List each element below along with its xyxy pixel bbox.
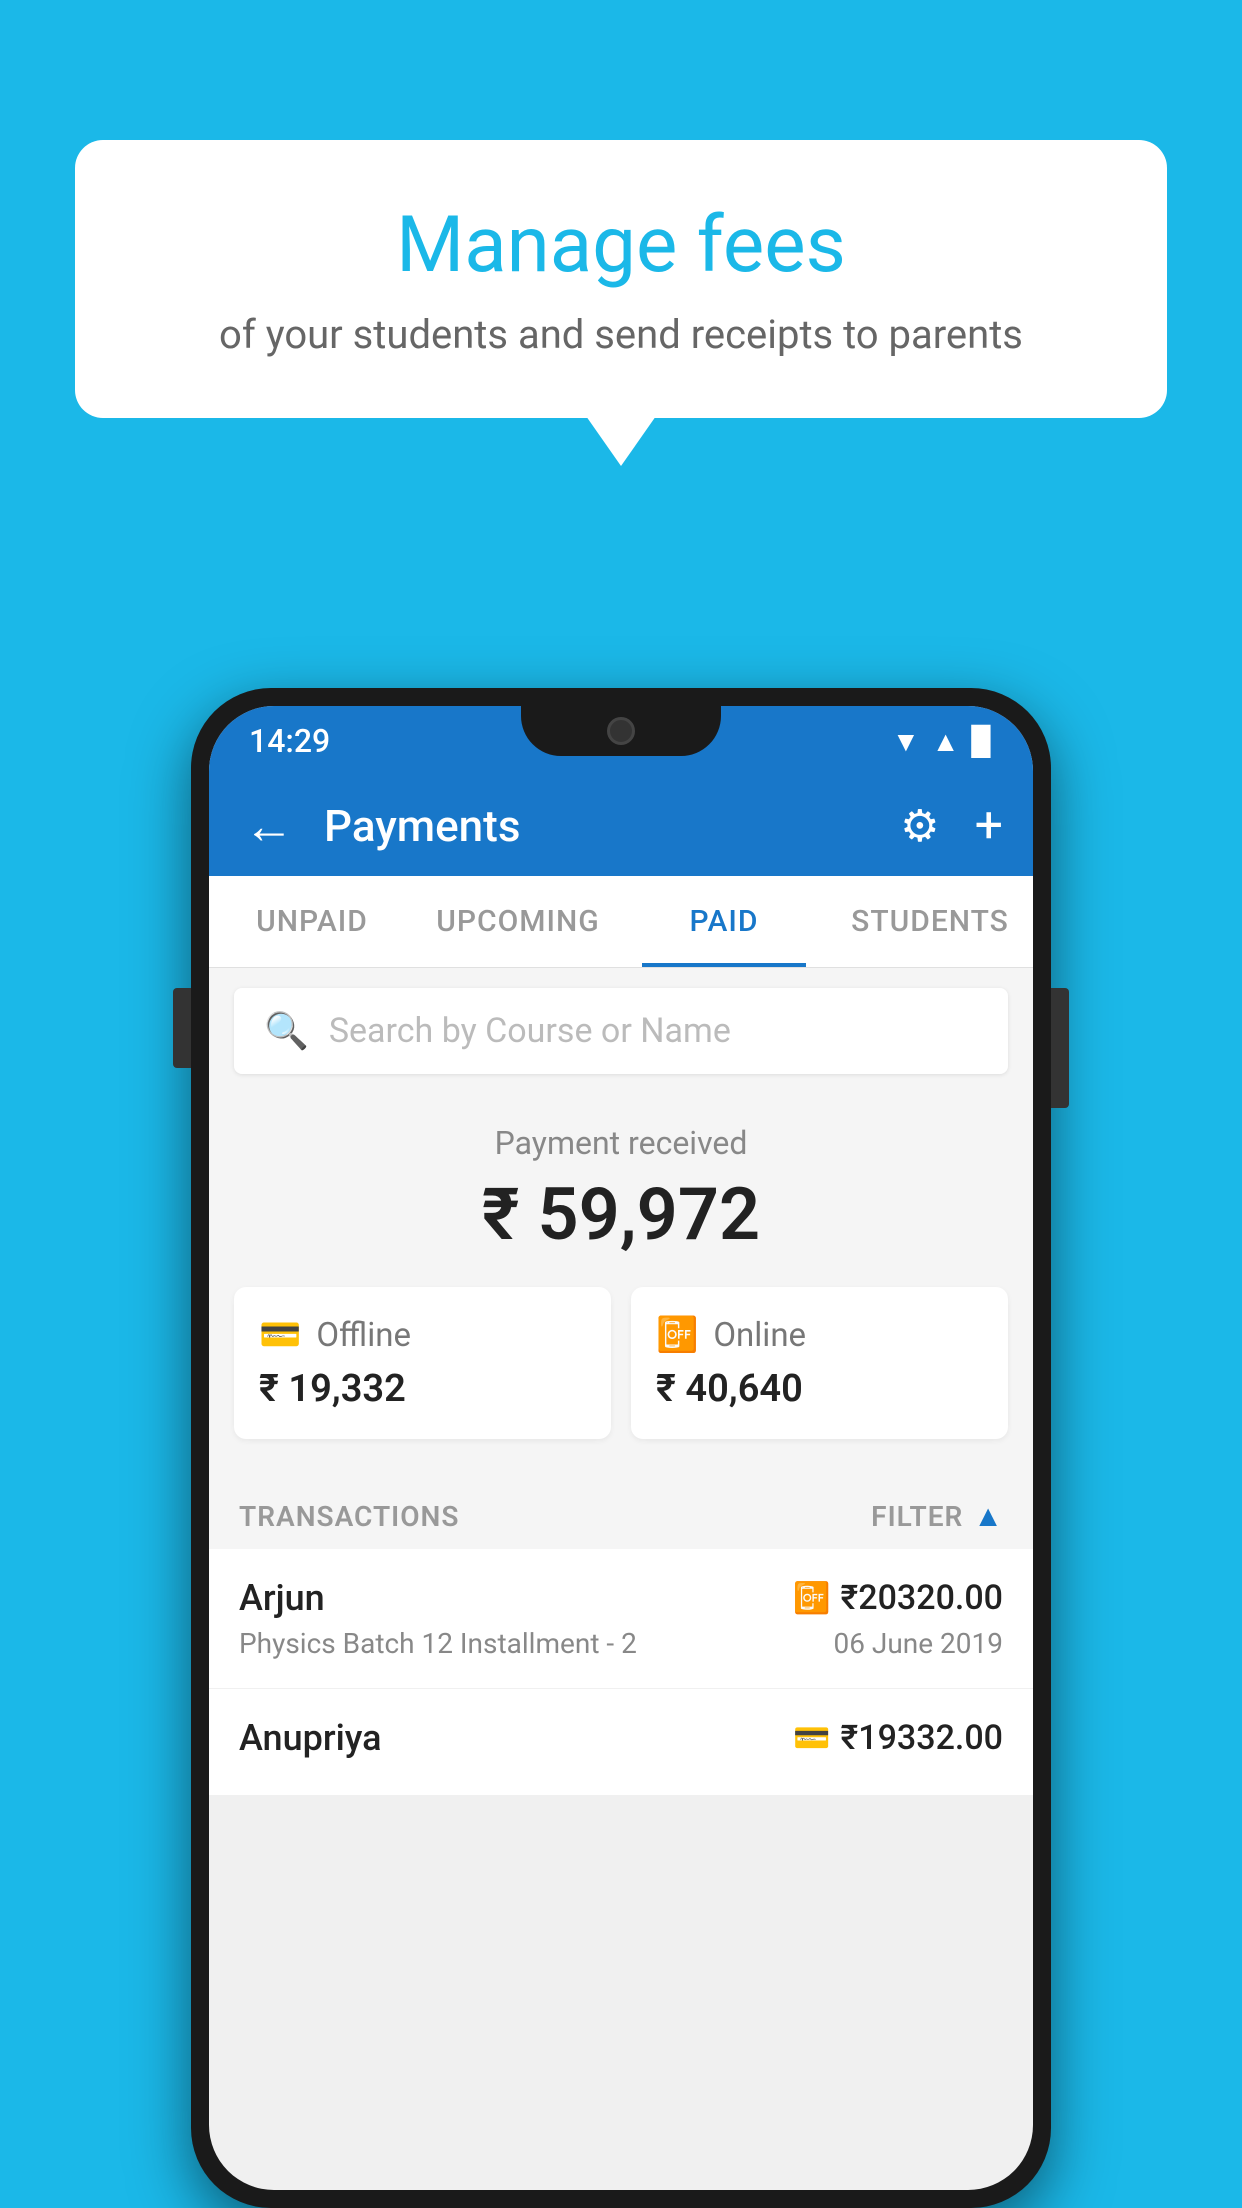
search-placeholder: Search by Course or Name — [329, 1011, 731, 1051]
status-time: 14:29 — [249, 722, 330, 760]
transaction-amount-2: 💳 ₹19332.00 — [793, 1718, 1003, 1758]
offline-amount: ₹ 19,332 — [259, 1367, 586, 1411]
filter-icon: ▲ — [973, 1499, 1003, 1534]
payment-total: ₹ 59,972 — [234, 1172, 1008, 1257]
search-container: 🔍 Search by Course or Name — [209, 968, 1033, 1094]
payment-type-icon-2: 💳 — [793, 1721, 830, 1756]
date-info-1: 06 June 2019 — [833, 1627, 1003, 1660]
transaction-bottom-1: Physics Batch 12 Installment - 2 06 June… — [239, 1627, 1003, 1660]
back-button[interactable]: ← — [239, 792, 299, 861]
tab-paid[interactable]: PAID — [621, 876, 827, 967]
transaction-row[interactable]: Arjun 📴 ₹20320.00 Physics Batch 12 Insta… — [209, 1549, 1033, 1689]
notch — [521, 706, 721, 756]
phone-outer: 14:29 ▼ ▲ ▉ ← Payments ⚙ + UNPAID UPCOMI… — [191, 688, 1051, 2208]
wifi-icon: ▼ — [892, 725, 920, 758]
transaction-top-1: Arjun 📴 ₹20320.00 — [239, 1577, 1003, 1619]
phone-wrapper: 14:29 ▼ ▲ ▉ ← Payments ⚙ + UNPAID UPCOMI… — [191, 688, 1051, 2208]
add-button[interactable]: + — [975, 797, 1003, 855]
filter-label: FILTER — [871, 1500, 963, 1533]
transaction-top-2: Anupriya 💳 ₹19332.00 — [239, 1717, 1003, 1759]
search-box[interactable]: 🔍 Search by Course or Name — [234, 988, 1008, 1074]
payment-cards: 💳 Offline ₹ 19,332 📴 Online ₹ 40,640 — [234, 1287, 1008, 1439]
bubble-title: Manage fees — [145, 200, 1097, 291]
speech-bubble-container: Manage fees of your students and send re… — [75, 140, 1167, 418]
offline-card: 💳 Offline ₹ 19,332 — [234, 1287, 611, 1439]
settings-icon[interactable]: ⚙ — [900, 800, 939, 852]
offline-type: Offline — [316, 1316, 411, 1355]
tab-students[interactable]: STUDENTS — [827, 876, 1033, 967]
notch-camera — [607, 717, 635, 745]
phone-inner: 14:29 ▼ ▲ ▉ ← Payments ⚙ + UNPAID UPCOMI… — [209, 706, 1033, 2190]
app-bar: ← Payments ⚙ + — [209, 776, 1033, 876]
transaction-row-2[interactable]: Anupriya 💳 ₹19332.00 — [209, 1689, 1033, 1796]
tabs-container: UNPAID UPCOMING PAID STUDENTS — [209, 876, 1033, 968]
transaction-amount-1: 📴 ₹20320.00 — [793, 1578, 1003, 1618]
status-icons: ▼ ▲ ▉ — [892, 725, 993, 758]
online-icon: 📴 — [656, 1315, 698, 1355]
course-info-1: Physics Batch 12 Installment - 2 — [239, 1627, 637, 1660]
filter-container[interactable]: FILTER ▲ — [871, 1499, 1003, 1534]
bubble-subtitle: of your students and send receipts to pa… — [145, 311, 1097, 358]
online-card-top: 📴 Online — [656, 1315, 983, 1355]
offline-card-top: 💳 Offline — [259, 1315, 586, 1355]
app-title: Payments — [324, 800, 875, 852]
student-name-1: Arjun — [239, 1577, 325, 1619]
online-amount: ₹ 40,640 — [656, 1367, 983, 1411]
online-type: Online — [713, 1316, 806, 1355]
payment-label: Payment received — [234, 1124, 1008, 1162]
signal-icon: ▲ — [932, 725, 960, 758]
battery-icon: ▉ — [971, 725, 993, 758]
payment-type-icon-1: 📴 — [793, 1581, 830, 1616]
payment-summary: Payment received ₹ 59,972 💳 Offline ₹ 19… — [209, 1094, 1033, 1474]
tab-upcoming[interactable]: UPCOMING — [415, 876, 621, 967]
search-icon: 🔍 — [264, 1010, 309, 1052]
transactions-header: TRANSACTIONS FILTER ▲ — [209, 1474, 1033, 1549]
offline-icon: 💳 — [259, 1315, 301, 1355]
student-name-2: Anupriya — [239, 1717, 382, 1759]
tab-unpaid[interactable]: UNPAID — [209, 876, 415, 967]
online-card: 📴 Online ₹ 40,640 — [631, 1287, 1008, 1439]
transactions-label: TRANSACTIONS — [239, 1500, 459, 1533]
speech-bubble: Manage fees of your students and send re… — [75, 140, 1167, 418]
